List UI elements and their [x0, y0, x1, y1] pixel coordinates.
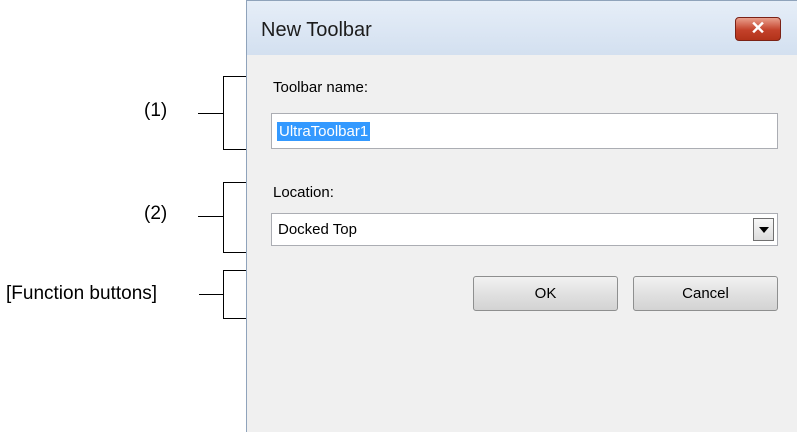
- annotation-1-bracket: [223, 76, 224, 149]
- annotation-function-buttons-bracket-top: [223, 270, 246, 271]
- dialog-client-area: Toolbar name: UltraToolbar1 Location: Do…: [246, 55, 797, 432]
- annotation-1-label: (1): [144, 100, 168, 121]
- annotation-function-buttons-label: [Function buttons]: [6, 283, 158, 304]
- cancel-button[interactable]: Cancel: [633, 276, 778, 311]
- annotation-1-bracket-top: [223, 76, 246, 77]
- annotation-function-buttons-leader: [199, 294, 223, 295]
- close-button[interactable]: ✕: [735, 17, 781, 41]
- chevron-down-icon[interactable]: [753, 218, 774, 241]
- dialog-title: New Toolbar: [261, 19, 372, 41]
- annotation-1-bracket-bottom: [223, 149, 246, 150]
- close-icon: ✕: [750, 18, 766, 38]
- annotation-2-bracket-top: [223, 182, 246, 183]
- annotation-2-label: (2): [144, 203, 168, 224]
- annotation-2-leader: [198, 216, 223, 217]
- annotation-function-buttons-bracket: [223, 270, 224, 318]
- new-toolbar-dialog: New Toolbar ✕ Toolbar name: UltraToolbar…: [246, 0, 797, 432]
- annotation-function-buttons-bracket-bottom: [223, 318, 246, 319]
- location-label: Location:: [273, 184, 334, 201]
- annotation-2-bracket: [223, 182, 224, 252]
- ok-button[interactable]: OK: [473, 276, 618, 311]
- dialog-titlebar[interactable]: New Toolbar ✕: [246, 0, 797, 55]
- annotation-2-bracket-bottom: [223, 252, 246, 253]
- location-value: Docked Top: [278, 221, 357, 238]
- toolbar-name-input[interactable]: UltraToolbar1: [271, 113, 778, 149]
- toolbar-name-value: UltraToolbar1: [277, 122, 371, 141]
- annotation-1-leader: [198, 113, 223, 114]
- location-select[interactable]: Docked Top: [271, 213, 778, 246]
- toolbar-name-label: Toolbar name:: [273, 79, 369, 96]
